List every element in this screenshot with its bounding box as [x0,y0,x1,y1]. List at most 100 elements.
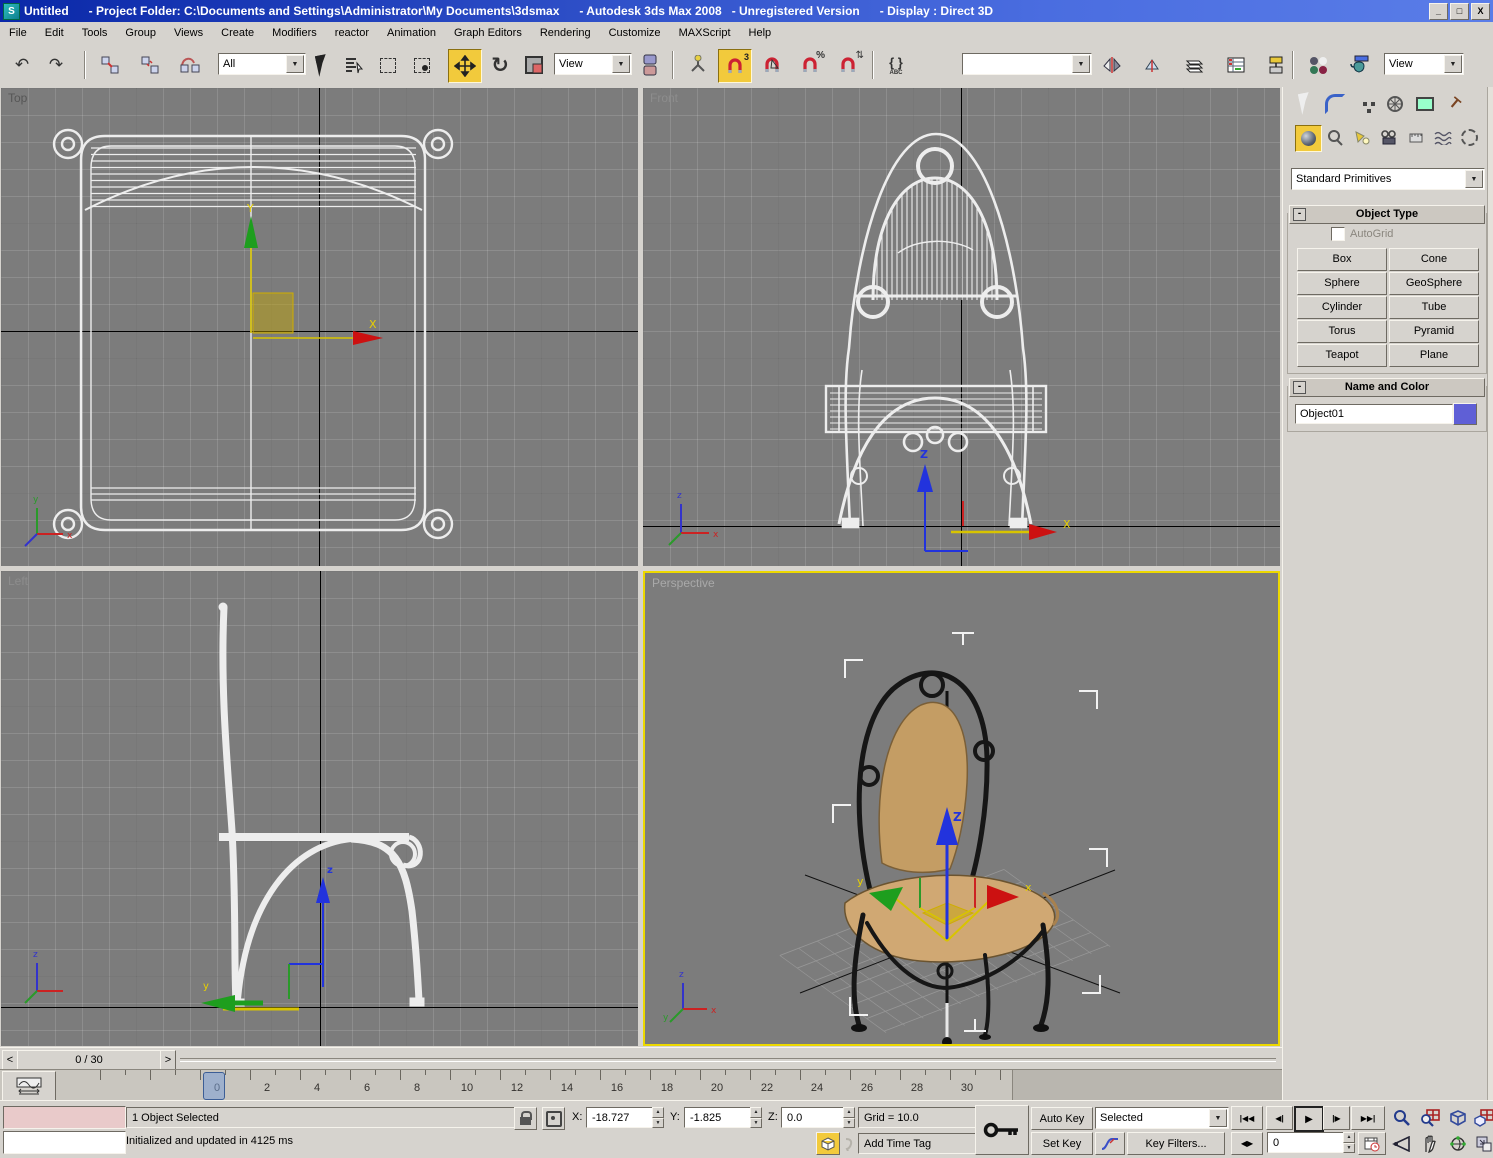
primitive-category-dropdown[interactable]: Standard Primitives ▼ [1291,168,1485,190]
auto-key-button[interactable]: Auto Key [1031,1107,1093,1130]
render-preset-dropdown[interactable]: View ▼ [1384,53,1464,75]
teapot-button[interactable]: Teapot [1297,344,1387,367]
category-space-warps[interactable] [1430,125,1455,150]
snaps-toggle-3d-button[interactable]: 3 [718,49,752,83]
zoom-all-button[interactable] [1416,1105,1444,1131]
percent-snap-toggle-button[interactable]: % [794,49,826,81]
chevron-down-icon[interactable]: ▼ [1072,55,1090,73]
viewport-left[interactable]: Left z y [1,571,638,1046]
adaptive-degradation-toggle[interactable] [816,1132,840,1155]
category-shapes[interactable] [1322,125,1347,150]
mirror-button[interactable] [1096,49,1128,81]
field-of-view-button[interactable] [1388,1131,1416,1157]
category-lights[interactable] [1349,125,1374,150]
time-playhead[interactable] [203,1072,225,1100]
time-configuration-button[interactable] [1358,1132,1386,1155]
set-keys-button[interactable] [975,1105,1029,1155]
go-to-start-button[interactable]: |◀◀ [1231,1106,1263,1130]
name-color-rollout-header[interactable]: - Name and Color [1289,378,1485,397]
object-color-swatch[interactable] [1453,403,1477,425]
align-button[interactable] [1136,49,1168,81]
menu-file[interactable]: File [0,24,36,42]
close-button[interactable]: X [1471,3,1490,20]
current-frame-input[interactable]: 0 [1267,1132,1348,1153]
object-name-input[interactable]: Object01 [1295,404,1453,424]
cylinder-button[interactable]: Cylinder [1297,296,1387,319]
viewport-front-label[interactable]: Front [650,91,678,105]
key-filter-scope-dropdown[interactable]: Selected ▼ [1095,1107,1229,1129]
autogrid-checkbox[interactable] [1331,227,1345,241]
spinner-snap-toggle-button[interactable]: ⇅ [832,49,864,81]
schematic-view-button[interactable] [1260,49,1292,81]
z-spinner[interactable]: ▲▼ [843,1107,855,1128]
menu-rendering[interactable]: Rendering [531,24,600,42]
y-coordinate-input[interactable]: -1.825 [684,1107,755,1128]
object-type-rollout-header[interactable]: - Object Type [1289,205,1485,224]
category-geometry[interactable] [1295,125,1322,152]
window-crossing-toggle-button[interactable] [406,49,438,81]
layer-manager-button[interactable] [1178,49,1210,81]
notification-icon[interactable] [841,1134,857,1154]
time-slider-handle[interactable]: 0 / 30 [17,1050,161,1070]
tube-button[interactable]: Tube [1389,296,1479,319]
select-and-scale-button[interactable] [518,49,550,81]
collapse-icon[interactable]: - [1293,208,1306,221]
select-and-move-button[interactable] [448,49,482,83]
plane-button[interactable]: Plane [1389,344,1479,367]
add-time-tag-field[interactable]: Add Time Tag [858,1133,977,1154]
menu-views[interactable]: Views [165,24,212,42]
chevron-down-icon[interactable]: ▼ [1209,1109,1227,1127]
key-filters-button[interactable]: Key Filters... [1127,1132,1225,1155]
menu-graph-editors[interactable]: Graph Editors [445,24,531,42]
selection-lock-toggle[interactable] [514,1107,537,1130]
edit-named-selection-sets-button[interactable]: { } ABC [880,49,912,81]
maximize-viewport-toggle[interactable] [1470,1131,1493,1157]
named-selection-set-dropdown[interactable]: ▼ [962,53,1092,75]
select-and-rotate-button[interactable]: ↻ [484,49,516,81]
chevron-down-icon[interactable]: ▼ [1444,55,1462,73]
top-viewport-canvas[interactable]: Y X y x [1,88,638,566]
set-key-button[interactable]: Set Key [1031,1132,1093,1155]
category-systems[interactable] [1457,125,1482,150]
menu-reactor[interactable]: reactor [326,24,378,42]
viewport-top[interactable]: Top Y X [1,88,638,566]
box-button[interactable]: Box [1297,248,1387,271]
time-slider-track[interactable] [180,1058,1276,1062]
curve-editor-button[interactable] [1220,49,1252,81]
menu-group[interactable]: Group [116,24,165,42]
render-setup-button[interactable] [1344,49,1376,81]
collapse-icon[interactable]: - [1293,381,1306,394]
zoom-extents-all-button[interactable] [1470,1105,1493,1131]
open-mini-curve-editor-button[interactable] [2,1071,56,1101]
category-helpers[interactable] [1403,125,1428,150]
viewport-perspective[interactable]: Perspective [643,571,1280,1046]
material-editor-button[interactable] [1302,49,1334,81]
zoom-extents-button[interactable] [1444,1105,1472,1131]
time-slider-next-button[interactable]: > [160,1050,176,1070]
arc-rotate-button[interactable] [1444,1131,1472,1157]
angle-snap-toggle-button[interactable] [756,49,788,81]
menu-help[interactable]: Help [740,24,781,42]
menu-modifiers[interactable]: Modifiers [263,24,326,42]
cone-button[interactable]: Cone [1389,248,1479,271]
tab-modify[interactable] [1321,90,1349,117]
maxscript-mini-listener-pink[interactable] [3,1106,126,1129]
category-cameras[interactable] [1376,125,1401,150]
viewport-left-label[interactable]: Left [8,574,28,588]
menu-maxscript[interactable]: MAXScript [670,24,740,42]
go-to-end-button[interactable]: ▶▶| [1351,1106,1385,1130]
viewport-front[interactable]: Front [643,88,1280,566]
chevron-down-icon[interactable]: ▼ [286,55,304,73]
geosphere-button[interactable]: GeoSphere [1389,272,1479,295]
viewport-top-label[interactable]: Top [8,91,27,105]
time-slider-prev-button[interactable]: < [2,1050,18,1070]
tab-utilities[interactable]: T [1441,90,1469,117]
tab-create[interactable] [1291,90,1319,117]
x-coordinate-input[interactable]: -18.727 [586,1107,657,1128]
tab-display[interactable] [1411,90,1439,117]
y-spinner[interactable]: ▲▼ [750,1107,762,1128]
select-and-link-icon[interactable] [94,49,126,81]
track-bar[interactable]: 0 2 4 6 8 10 12 14 16 18 20 22 24 26 28 … [0,1069,1282,1101]
use-pivot-point-center-button[interactable] [634,49,666,81]
redo-button[interactable]: ↷ [40,49,72,81]
